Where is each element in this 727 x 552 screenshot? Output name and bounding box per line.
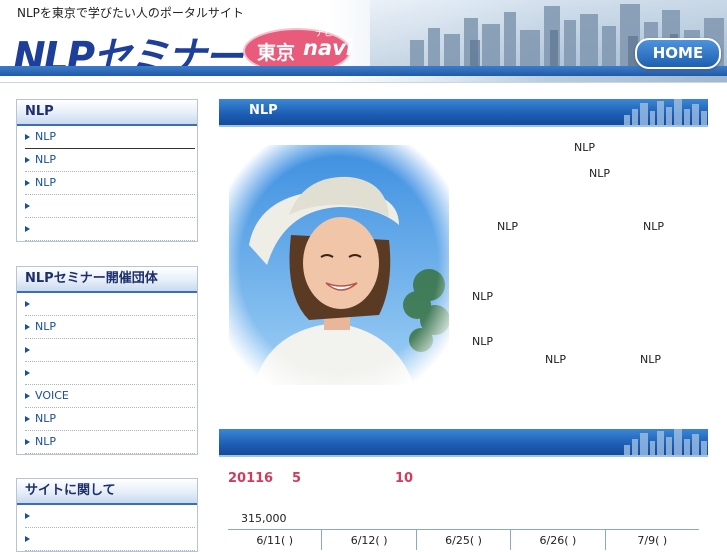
sidebar-link[interactable]: VOICE bbox=[25, 385, 195, 408]
sidebar-box-title: NLP bbox=[17, 100, 197, 126]
event-year: 2011 bbox=[228, 471, 265, 486]
sidebar-box-nlp: NLP NLP NLP NLP bbox=[16, 99, 198, 242]
schedule-date: 6/25( ) bbox=[417, 530, 512, 550]
schedule-date: 6/11( ) bbox=[228, 530, 323, 550]
sidebar-link[interactable]: NLP bbox=[25, 431, 195, 454]
intro-text: NLP bbox=[643, 220, 664, 233]
event-count: 10 bbox=[395, 471, 414, 486]
section-title: NLP bbox=[249, 103, 278, 118]
intro-text: NLP bbox=[472, 335, 493, 348]
sidebar-link[interactable]: NLP bbox=[25, 172, 195, 195]
sidebar-link[interactable] bbox=[25, 293, 195, 316]
event-price: 315,000 bbox=[241, 512, 287, 525]
intro-text: NLP bbox=[545, 353, 566, 366]
skyline-decoration-icon bbox=[624, 99, 707, 125]
sidebar-box-about-site: サイトに関して bbox=[16, 478, 198, 552]
section-header-nlp: NLP bbox=[219, 99, 708, 127]
schedule-date: 7/9( ) bbox=[637, 534, 668, 547]
site-header: NLPを東京で学びたい人のポータルサイト NLPセミナー 東京 ナビ navi … bbox=[0, 0, 727, 83]
sidebar-box-title: サイトに関して bbox=[17, 479, 197, 505]
schedule-date: 6/26( ) bbox=[511, 530, 606, 550]
sidebar-link[interactable] bbox=[25, 195, 195, 218]
skyline-decoration-icon bbox=[624, 429, 707, 455]
sidebar-link[interactable] bbox=[25, 218, 195, 241]
event-month: 6 bbox=[264, 471, 274, 486]
section-header-schedule bbox=[219, 429, 708, 457]
home-button[interactable]: HOME bbox=[635, 38, 721, 69]
event-day: 5 bbox=[292, 471, 302, 486]
sidebar-link[interactable]: NLP bbox=[25, 408, 195, 431]
sidebar-link[interactable]: NLP bbox=[25, 316, 195, 339]
schedule-dates-row: 6/11( ) 6/12( ) 6/25( ) 6/26( ) 7/9( ) bbox=[228, 529, 699, 550]
woman-photo-image bbox=[229, 145, 449, 385]
sidebar-link[interactable]: NLP bbox=[25, 126, 195, 149]
intro-text: NLP bbox=[497, 220, 518, 233]
badge-navi: navi bbox=[303, 36, 354, 60]
site-tagline: NLPを東京で学びたい人のポータルサイト bbox=[17, 6, 244, 20]
header-nav-band bbox=[0, 66, 727, 76]
sidebar-link[interactable] bbox=[25, 505, 195, 528]
sidebar-link[interactable] bbox=[25, 528, 195, 551]
sidebar-box-organizers: NLPセミナー開催団体 NLP VOICE NLP NLP bbox=[16, 266, 198, 455]
sidebar-link[interactable] bbox=[25, 362, 195, 385]
sidebar-link[interactable]: NLP bbox=[25, 149, 195, 172]
sidebar-box-title: NLPセミナー開催団体 bbox=[17, 267, 197, 293]
intro-text: NLP bbox=[472, 290, 493, 303]
sidebar-link[interactable] bbox=[25, 339, 195, 362]
intro-text: NLP bbox=[589, 167, 610, 180]
intro-text: NLP bbox=[574, 141, 595, 154]
intro-text: NLP bbox=[640, 353, 661, 366]
badge-tokyo: 東京 bbox=[257, 42, 296, 64]
schedule-date: 6/12( ) bbox=[322, 530, 417, 550]
